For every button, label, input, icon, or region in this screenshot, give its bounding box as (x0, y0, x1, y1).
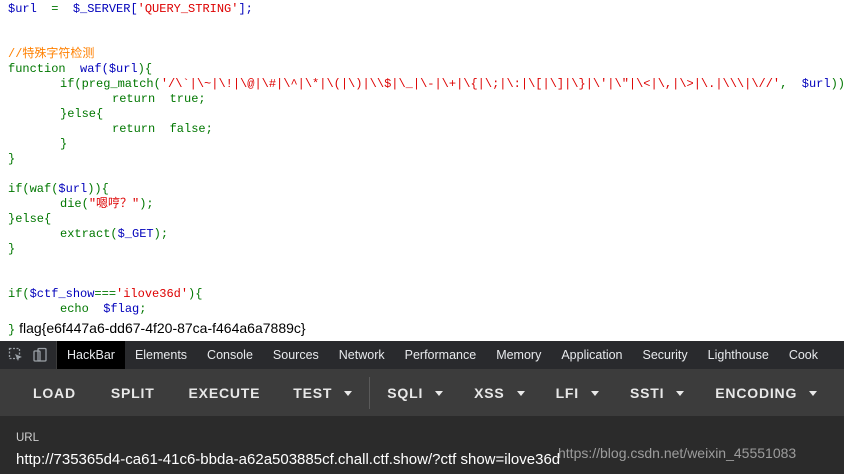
code-func-name: waf( (65, 62, 109, 76)
code-line-if-waf: if(waf($url)){ (8, 182, 109, 197)
chevron-down-icon (590, 390, 599, 396)
flag-text: flag{e6f447a6-dd67-4f20-87ca-f464a6a7889… (19, 320, 306, 336)
encoding-button-label: ENCODING (715, 385, 798, 401)
chevron-down-icon (435, 390, 444, 396)
chevron-down-icon (344, 390, 353, 396)
ssti-dropdown-button[interactable]: SSTI (629, 370, 685, 416)
code-line-close: } (8, 242, 16, 256)
tab-security[interactable]: Security (633, 341, 698, 369)
sqli-dropdown-button[interactable]: SQLI (387, 370, 444, 416)
code-line-echo: echo $flag; (60, 302, 146, 317)
code-line-else: }else{ (8, 212, 52, 226)
execute-button-label: EXECUTE (188, 385, 261, 401)
xss-button-label: XSS (474, 385, 505, 401)
hackbar-toolbar: LOAD SPLIT EXECUTE TEST SQLI XSS LFI SST… (0, 370, 844, 416)
chevron-down-icon (516, 390, 525, 396)
code-line-extract: extract($_GET); (60, 227, 168, 242)
code-end: ){ (188, 287, 203, 301)
devtools-icon-group (0, 341, 57, 369)
execute-button[interactable]: EXECUTE (189, 370, 261, 416)
code-line-close: } (8, 323, 16, 337)
code-line-close: } (60, 137, 68, 151)
code-line-close: } (8, 152, 16, 166)
flag-output-line: } flag{e6f447a6-dd67-4f20-87ca-f464a6a78… (8, 318, 306, 338)
code-line-return-false: return false; (112, 122, 213, 136)
tab-cookies[interactable]: Cook (779, 341, 828, 369)
split-button-label: SPLIT (110, 385, 155, 401)
code-string: "嗯哼？" (88, 197, 140, 211)
chevron-down-icon (809, 390, 818, 396)
load-button[interactable]: LOAD (33, 370, 76, 416)
code-end: ); (139, 197, 154, 211)
code-end: ; (139, 302, 147, 316)
code-comment: //特殊字符检测 (8, 47, 95, 61)
code-sep: , (780, 77, 802, 91)
code-keyword: die( (60, 197, 89, 211)
csdn-watermark: https://blog.csdn.net/weixin_45551083 (558, 445, 797, 461)
code-keyword: if( (8, 287, 30, 301)
toolbar-divider (369, 377, 371, 409)
code-keyword: if(preg_match( (60, 77, 161, 91)
load-button-label: LOAD (33, 385, 76, 401)
code-var: $ctf_show (29, 287, 95, 301)
devtools-tab-bar: HackBar Elements Console Sources Network… (0, 341, 844, 370)
tab-lighthouse[interactable]: Lighthouse (698, 341, 779, 369)
code-keyword: if(waf( (8, 182, 59, 196)
code-op: === (94, 287, 117, 301)
code-end: )){ (87, 182, 109, 196)
tab-console[interactable]: Console (197, 341, 263, 369)
tab-elements[interactable]: Elements (125, 341, 197, 369)
split-button[interactable]: SPLIT (111, 370, 155, 416)
encoding-dropdown-button[interactable]: ENCODING (715, 370, 818, 416)
code-keyword: function (8, 62, 66, 76)
tab-performance[interactable]: Performance (395, 341, 487, 369)
xss-dropdown-button[interactable]: XSS (474, 370, 525, 416)
code-keyword: extract( (60, 227, 118, 241)
lfi-dropdown-button[interactable]: LFI (556, 370, 599, 416)
devtools-tabs: HackBar Elements Console Sources Network… (57, 341, 828, 369)
code-var: $_GET (117, 227, 154, 241)
lfi-button-label: LFI (555, 385, 579, 401)
code-string: 'QUERY_STRING' (137, 2, 239, 16)
tab-sources[interactable]: Sources (263, 341, 329, 369)
code-var: $url (8, 2, 37, 16)
code-op: = (36, 2, 73, 16)
code-end: ); (153, 227, 169, 241)
inspect-cursor-icon[interactable] (8, 347, 24, 363)
test-button-label: TEST (293, 385, 333, 401)
code-keyword: echo (60, 302, 104, 316)
tab-network[interactable]: Network (329, 341, 395, 369)
sqli-button-label: SQLI (387, 385, 424, 401)
url-input[interactable]: http://735365d4-ca61-41c6-bbda-a62a50388… (16, 451, 560, 468)
php-source-view: $url = $_SERVER['QUERY_STRING']; //特殊字符检… (0, 0, 844, 341)
code-end: ]; (238, 2, 253, 16)
code-string: 'ilove36d' (116, 287, 189, 301)
device-toggle-icon[interactable] (32, 347, 48, 363)
code-var: $url (801, 77, 831, 91)
code-end: ){ (137, 62, 153, 76)
tab-hackbar[interactable]: HackBar (57, 341, 125, 369)
code-line-else: }else{ (60, 107, 104, 121)
code-var: $url (108, 62, 138, 76)
code-line-if-ctf: if($ctf_show==='ilove36d'){ (8, 287, 202, 302)
code-line-url: $url = $_SERVER['QUERY_STRING']; (8, 2, 253, 17)
tab-application[interactable]: Application (551, 341, 632, 369)
ssti-button-label: SSTI (629, 385, 665, 401)
code-var: $url (58, 182, 88, 196)
code-line-return-true: return true; (112, 92, 206, 106)
test-dropdown-button[interactable]: TEST (293, 370, 353, 416)
url-label: URL (16, 432, 40, 444)
code-end: )){ (830, 77, 844, 91)
chevron-down-icon (676, 390, 685, 396)
code-line-die: die("嗯哼？"); (60, 197, 154, 212)
code-line-preg-match: if(preg_match('/\`|\~|\!|\@|\#|\^|\*|\(|… (60, 77, 844, 92)
code-regex: '/\`|\~|\!|\@|\#|\^|\*|\(|\)|\\$|\_|\-|\… (160, 77, 781, 91)
code-server: $_SERVER[ (72, 2, 138, 16)
code-line-function: function waf($url){ (8, 62, 152, 77)
tab-memory[interactable]: Memory (486, 341, 551, 369)
code-var: $flag (103, 302, 140, 316)
